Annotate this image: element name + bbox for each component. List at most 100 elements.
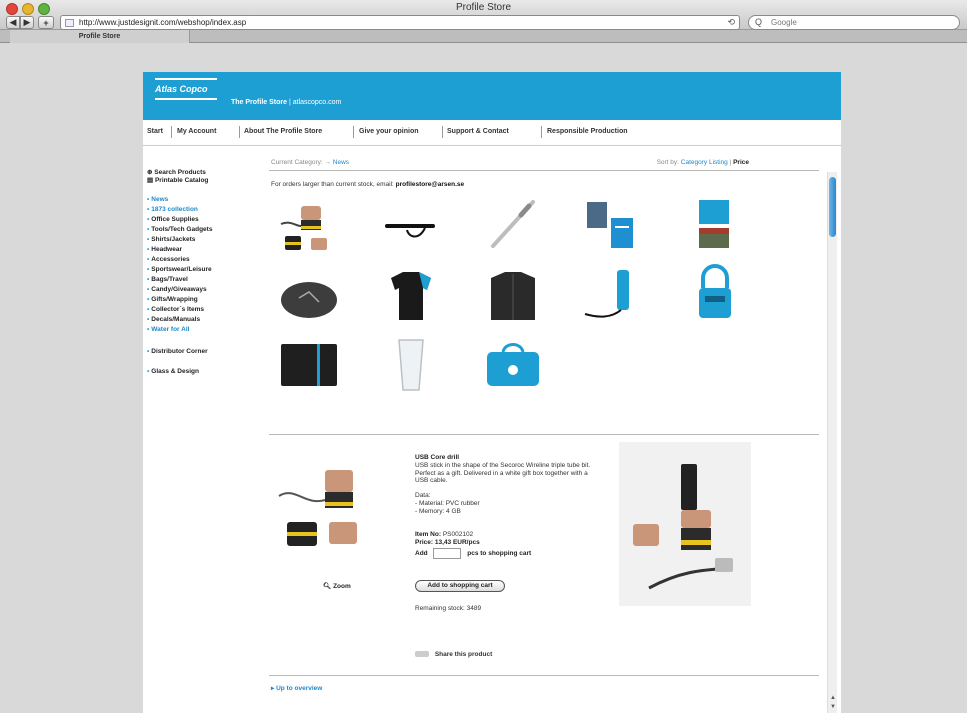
- store-title: The Profile Store | atlascopco.com: [231, 99, 341, 106]
- book-title-stripe: [615, 226, 629, 228]
- new-tab-button[interactable]: +: [38, 16, 54, 29]
- product-lanyard[interactable]: [379, 200, 443, 260]
- main-content: Current Category: → News Sort by: Catego…: [269, 156, 821, 713]
- sidebar-item-tools[interactable]: • Tools/Tech Gadgets: [147, 226, 212, 233]
- product-wallet[interactable]: [277, 336, 341, 396]
- nav-responsible[interactable]: Responsible Production: [547, 128, 628, 135]
- quantity-input[interactable]: [433, 548, 462, 559]
- nav-about[interactable]: About The Profile Store: [244, 128, 322, 135]
- padlock-shackle-shape: [701, 264, 729, 288]
- nav-my-account[interactable]: My Account: [177, 128, 216, 135]
- atlas-copco-logo[interactable]: Atlas Copco: [155, 78, 217, 100]
- search-products-link[interactable]: ⊕ Search Products: [147, 168, 206, 176]
- tab-profile-store[interactable]: Profile Store: [10, 30, 190, 43]
- search-icon: Q: [755, 17, 763, 27]
- sidebar-item-decals[interactable]: • Decals/Manuals: [147, 316, 200, 323]
- sidebar-item-candy[interactable]: • Candy/Giveaways: [147, 286, 207, 293]
- detail-cable-shape: [278, 492, 326, 503]
- sidebar-item-headwear[interactable]: • Headwear: [147, 246, 182, 253]
- sort-label: Sort by:: [656, 159, 679, 166]
- forward-button[interactable]: ▶: [20, 16, 34, 29]
- remaining-stock: Remaining stock: 3489: [415, 605, 482, 612]
- secondary-drill-band-shape: [681, 540, 711, 545]
- product-title: USB Core drill: [415, 454, 460, 461]
- sidebar-item-water[interactable]: • Water for All: [147, 326, 189, 333]
- nav-divider: [353, 126, 354, 138]
- product-booklet[interactable]: [683, 196, 747, 256]
- sort-category-link[interactable]: Category Listing: [681, 159, 728, 166]
- zoom-link[interactable]: 🔍︎ Zoom: [323, 582, 351, 590]
- secondary-drill-small-shape: [633, 524, 659, 546]
- zoom-icon: 🔍︎: [323, 583, 332, 590]
- product-polo-shirt[interactable]: [379, 264, 443, 324]
- address-text: http://www.justdesignit.com/webshop/inde…: [79, 18, 247, 27]
- item-no-value: PS002102: [442, 531, 474, 538]
- glass-shape: [398, 339, 424, 391]
- book-back-shape: [587, 202, 607, 228]
- sidebar-item-accessories[interactable]: • Accessories: [147, 256, 190, 263]
- search-products-label: Search Products: [154, 169, 206, 176]
- product-padlock[interactable]: [683, 262, 747, 322]
- reload-icon[interactable]: ⟲: [727, 17, 735, 28]
- sort-divider: |: [729, 159, 732, 166]
- share-label: Share this product: [434, 651, 493, 658]
- product-flashlight[interactable]: [581, 264, 645, 324]
- scroll-down-arrow-icon[interactable]: ▼: [829, 704, 837, 712]
- sidebar-item-glass[interactable]: • Glass & Design: [147, 368, 199, 375]
- price-value: 13,43 EUR/pcs: [434, 539, 480, 546]
- back-button[interactable]: ◀: [6, 16, 20, 29]
- page-scrollbar[interactable]: ▲ ▼: [827, 172, 837, 713]
- nav-opinion[interactable]: Give your opinion: [359, 128, 419, 135]
- top-navigation: Start My Account About The Profile Store…: [143, 120, 841, 146]
- browser-search-input[interactable]: Q Google: [748, 15, 960, 30]
- detail-secondary-image[interactable]: [619, 442, 751, 606]
- product-book-box[interactable]: [581, 196, 645, 256]
- nav-divider: [541, 126, 542, 138]
- product-bag[interactable]: [481, 336, 545, 396]
- notice-text: For orders larger than current stock, em…: [271, 181, 394, 188]
- sort-price-link[interactable]: Price: [733, 159, 749, 166]
- sidebar-item-shirts[interactable]: • Shirts/Jackets: [147, 236, 195, 243]
- sidebar-item-news[interactable]: • News: [147, 196, 168, 203]
- scroll-up-arrow-icon[interactable]: ▲: [829, 695, 837, 703]
- detail-drill-small-shape: [329, 522, 357, 544]
- sidebar-item-distributor[interactable]: • Distributor Corner: [147, 348, 208, 355]
- favicon-icon: [65, 19, 74, 27]
- sidebar-item-office[interactable]: • Office Supplies: [147, 216, 199, 223]
- lanyard-loop-shape: [406, 227, 426, 238]
- pen-clip-shape: [518, 203, 532, 218]
- sidebar-item-sportswear[interactable]: • Sportswear/Leisure: [147, 266, 212, 273]
- product-usb-drill[interactable]: [277, 200, 341, 260]
- padlock-dial-shape: [705, 296, 725, 302]
- notice-email-link[interactable]: profilestore@arsen.se: [396, 181, 464, 188]
- product-sweater[interactable]: [481, 264, 545, 324]
- detail-main-image[interactable]: [275, 456, 375, 576]
- item-no-label: Item No:: [415, 531, 441, 538]
- product-glass[interactable]: [379, 334, 443, 394]
- lanyard-strap-shape: [385, 224, 435, 228]
- detail-usb-band-shape: [287, 532, 317, 536]
- up-to-overview-link[interactable]: ▸ Up to overview: [271, 684, 322, 692]
- store-name: The Profile Store: [231, 99, 288, 106]
- sidebar-item-1873[interactable]: • 1873 collection: [147, 206, 198, 213]
- sidebar-item-bags[interactable]: • Bags/Travel: [147, 276, 188, 283]
- scrollbar-thumb[interactable]: [829, 177, 836, 237]
- store-subtitle[interactable]: | atlascopco.com: [289, 99, 341, 106]
- booklet-photo-accent: [699, 228, 729, 234]
- product-stone[interactable]: [277, 268, 341, 328]
- product-pen[interactable]: [481, 194, 545, 254]
- add-to-cart-button[interactable]: Add to shopping cart: [415, 580, 505, 592]
- stock-notice: For orders larger than current stock, em…: [271, 181, 464, 188]
- printable-catalog-link[interactable]: ▤ Printable Catalog: [147, 176, 208, 184]
- address-bar[interactable]: http://www.justdesignit.com/webshop/inde…: [60, 15, 740, 30]
- wallet-stripe-shape: [317, 344, 320, 386]
- chevron-up-icon: ▸: [271, 685, 275, 692]
- nav-support[interactable]: Support & Contact: [447, 128, 509, 135]
- sidebar-item-collectors[interactable]: • Collector´s Items: [147, 306, 204, 313]
- share-link[interactable]: Share this product: [415, 651, 492, 658]
- detail-drill-band-shape: [325, 502, 353, 506]
- nav-start[interactable]: Start: [147, 128, 163, 135]
- breadcrumb-current[interactable]: News: [333, 159, 349, 166]
- drill-band-shape: [301, 226, 321, 229]
- sidebar-item-gifts[interactable]: • Gifts/Wrapping: [147, 296, 198, 303]
